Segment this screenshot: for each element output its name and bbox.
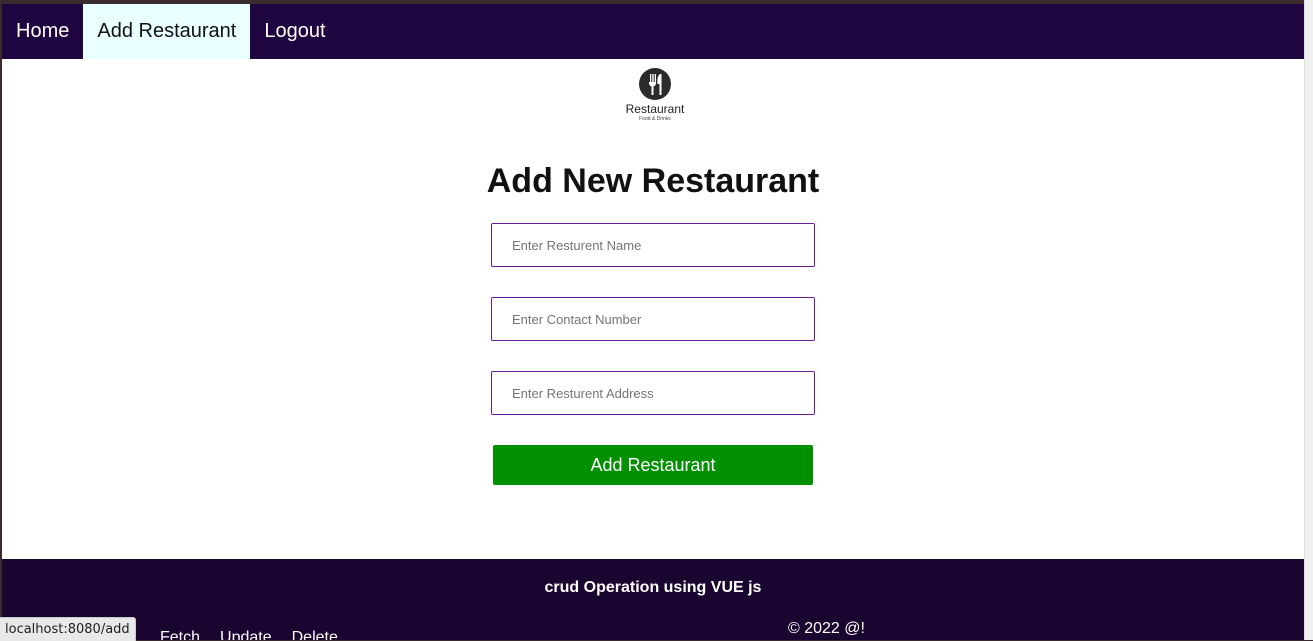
nav-home[interactable]: Home	[2, 4, 83, 59]
logo-name: Restaurant	[625, 102, 685, 116]
footer-links: Fetch Update Delete	[160, 629, 338, 640]
footer: crud Operation using VUE js Fetch Update…	[2, 559, 1304, 640]
footer-link-update[interactable]: Update	[220, 629, 272, 640]
restaurant-address-input[interactable]	[491, 371, 815, 415]
copyright: © 2022 @!	[788, 620, 865, 637]
page: Home Add Restaurant Logout Restaurant Fo…	[2, 4, 1304, 640]
nav-logout[interactable]: Logout	[250, 4, 339, 59]
fork-knife-icon	[639, 68, 671, 100]
nav-add-restaurant[interactable]: Add Restaurant	[83, 4, 251, 59]
vertical-scrollbar[interactable]	[1304, 0, 1313, 640]
add-restaurant-button[interactable]: Add Restaurant	[493, 445, 813, 485]
footer-title: crud Operation using VUE js	[544, 579, 762, 596]
top-nav: Home Add Restaurant Logout	[2, 4, 1304, 59]
footer-link-fetch[interactable]: Fetch	[160, 629, 200, 640]
footer-link-delete[interactable]: Delete	[292, 629, 338, 640]
restaurant-name-input[interactable]	[491, 223, 815, 267]
link-status-bar: localhost:8080/add	[0, 617, 136, 641]
logo-tagline: Food & Drinks	[639, 116, 671, 122]
page-title: Add New Restaurant	[486, 162, 820, 200]
contact-number-input[interactable]	[491, 297, 815, 341]
restaurant-logo: Restaurant Food & Drinks	[622, 68, 688, 126]
